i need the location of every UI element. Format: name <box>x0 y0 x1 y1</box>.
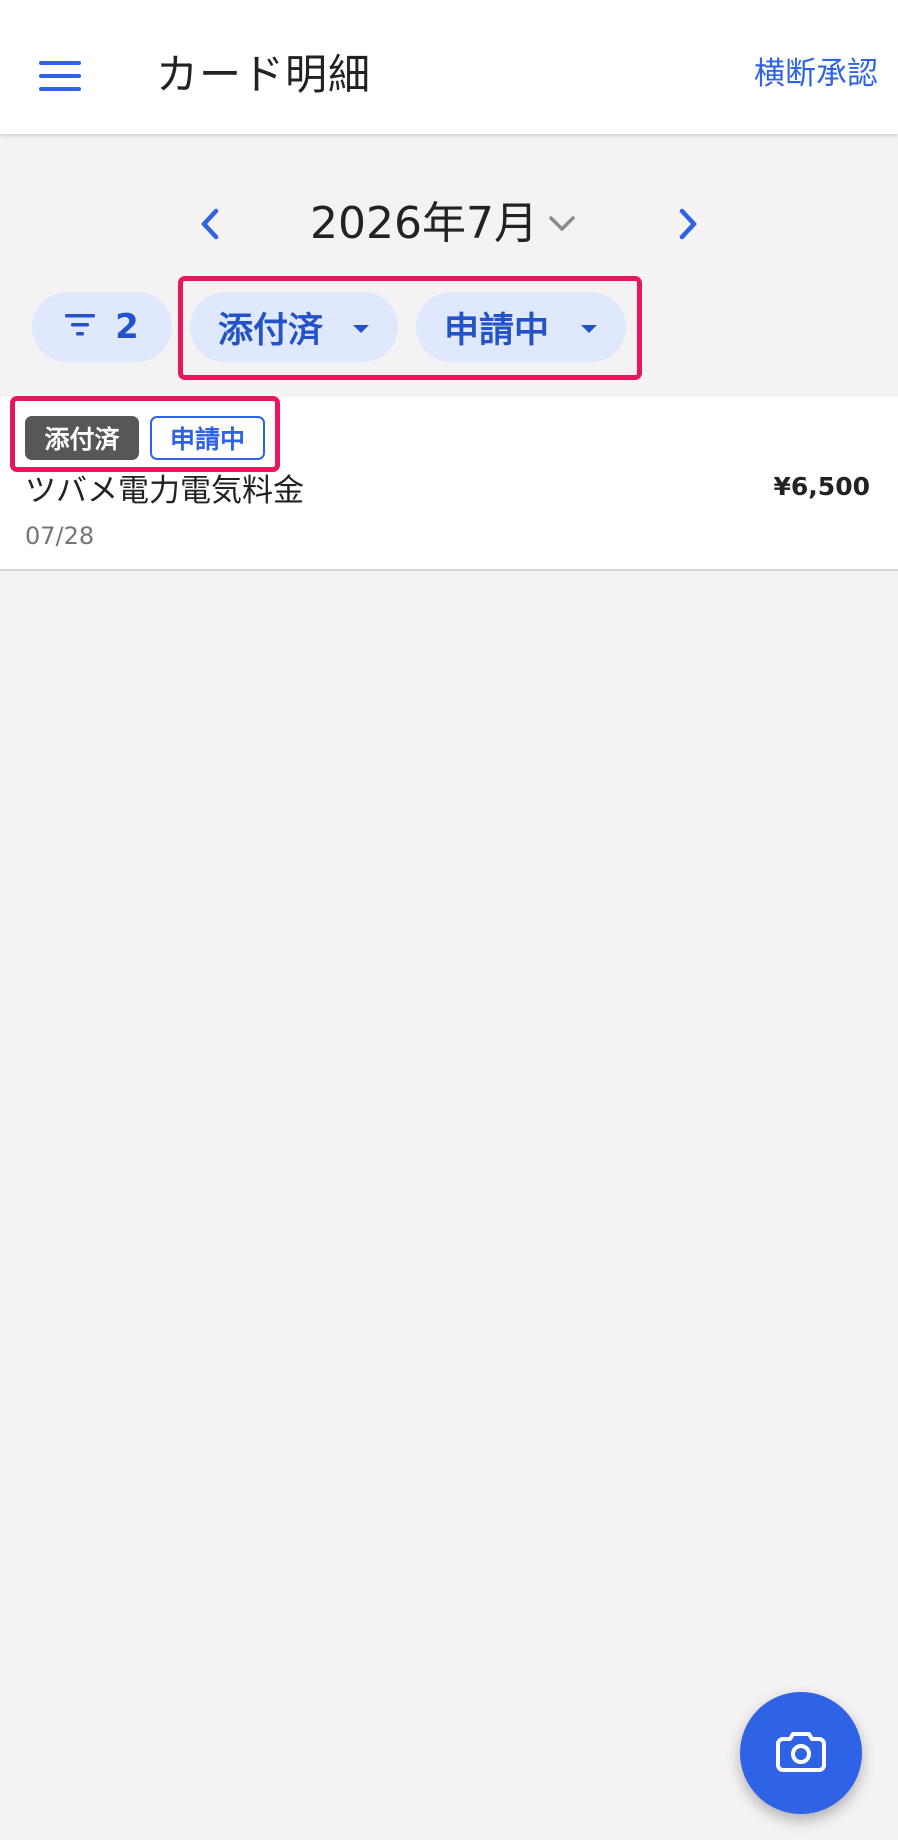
cross-approval-button[interactable]: 横断承認 <box>754 50 878 98</box>
filter-count-chip[interactable]: 2 <box>32 292 172 362</box>
filter-count: 2 <box>115 307 139 347</box>
transaction-name: ツバメ電力電気料金 <box>25 473 304 509</box>
filter-list-icon <box>65 314 96 340</box>
hamburger-menu-icon[interactable] <box>24 40 96 112</box>
chevron-right-icon[interactable] <box>662 198 714 250</box>
attachment-filter-label: 添付済 <box>218 310 324 351</box>
status-filter-chip[interactable]: 申請中 <box>416 292 626 362</box>
page-title: カード明細 <box>156 50 372 99</box>
applying-badge: 申請中 <box>150 416 265 460</box>
month-navigation: 2026年7月 <box>0 188 898 260</box>
camera-fab-button[interactable] <box>740 1692 862 1814</box>
attached-badge: 添付済 <box>25 416 139 460</box>
status-filter-label: 申請中 <box>444 310 550 351</box>
transaction-date: 07/28 <box>25 522 95 550</box>
camera-icon <box>776 1730 826 1776</box>
chevron-left-icon[interactable] <box>184 198 236 250</box>
month-label: 2026年7月 <box>310 198 538 249</box>
chevron-down-icon <box>548 215 576 233</box>
transaction-amount: ¥6,500 <box>773 472 870 501</box>
app-bar: カード明細 横断承認 <box>0 0 898 134</box>
month-picker[interactable]: 2026年7月 <box>310 194 576 254</box>
arrow-drop-down-icon <box>580 319 598 338</box>
transaction-row[interactable]: 添付済 申請中 ツバメ電力電気料金 07/28 ¥6,500 <box>0 397 898 571</box>
attachment-filter-chip[interactable]: 添付済 <box>190 292 398 362</box>
arrow-drop-down-icon <box>352 319 370 338</box>
